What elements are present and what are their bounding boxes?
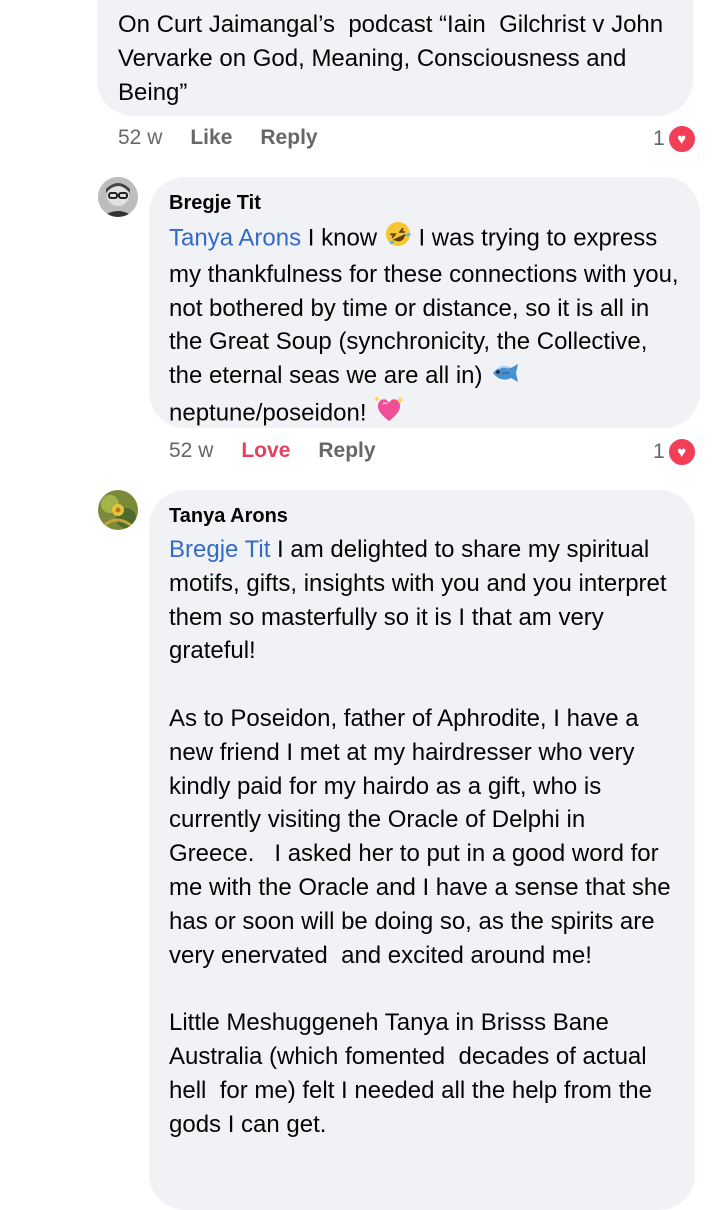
reply-button[interactable]: Reply bbox=[318, 439, 375, 463]
comment-paragraph-2: As to Poseidon, father of Aphrodite, I h… bbox=[169, 704, 678, 969]
comment-actions-2: 52 w Love Reply bbox=[169, 439, 404, 463]
comment-text: On Curt Jaimangal’s podcast “Iain Gilchr… bbox=[118, 11, 670, 106]
reaction-summary-2[interactable]: 1 ♥ bbox=[653, 437, 697, 467]
comment-bubble-3: Tanya Arons Bregje Tit I am delighted to… bbox=[149, 490, 695, 1210]
comment-author[interactable]: Bregje Tit bbox=[169, 190, 680, 216]
reaction-count: 1 bbox=[653, 440, 665, 463]
reply-button[interactable]: Reply bbox=[260, 126, 317, 150]
mention-link[interactable]: Tanya Arons bbox=[169, 224, 301, 251]
rofl-emoji bbox=[384, 220, 412, 258]
sparkling-heart-emoji bbox=[373, 394, 405, 434]
love-button[interactable]: Love bbox=[241, 439, 290, 463]
heart-reaction-icon: ♥ bbox=[666, 124, 697, 154]
comment-actions-1: 52 w Like Reply bbox=[118, 126, 346, 150]
mention-link[interactable]: Bregje Tit bbox=[169, 536, 270, 563]
avatar[interactable] bbox=[98, 490, 138, 530]
reaction-summary-1[interactable]: 1 ♥ bbox=[653, 124, 697, 154]
avatar-photo-bregje bbox=[98, 177, 138, 217]
like-button[interactable]: Like bbox=[190, 126, 232, 150]
comment-author[interactable]: Tanya Arons bbox=[169, 503, 675, 529]
heart-reaction-icon: ♥ bbox=[666, 437, 697, 467]
reaction-count: 1 bbox=[653, 127, 665, 150]
comment-paragraph-3: Little Meshuggeneh Tanya in Brisss Bane … bbox=[169, 1009, 659, 1138]
comment-paragraph-1: Bregje Tit I am delighted to share my sp… bbox=[169, 533, 677, 668]
fish-emoji bbox=[489, 360, 519, 394]
comment-body: Tanya Arons I know I was trying to expre… bbox=[169, 220, 684, 434]
avatar-photo-tanya bbox=[98, 490, 138, 530]
comment-bubble-1: On Curt Jaimangal’s podcast “Iain Gilchr… bbox=[97, 0, 693, 116]
comment-time: 52 w bbox=[118, 126, 163, 149]
comment-time: 52 w bbox=[169, 439, 214, 462]
comment-bubble-2: Bregje Tit Tanya Arons I know I was tryi… bbox=[149, 177, 700, 428]
comment-text-part: I know bbox=[301, 224, 384, 252]
avatar[interactable] bbox=[98, 177, 138, 217]
